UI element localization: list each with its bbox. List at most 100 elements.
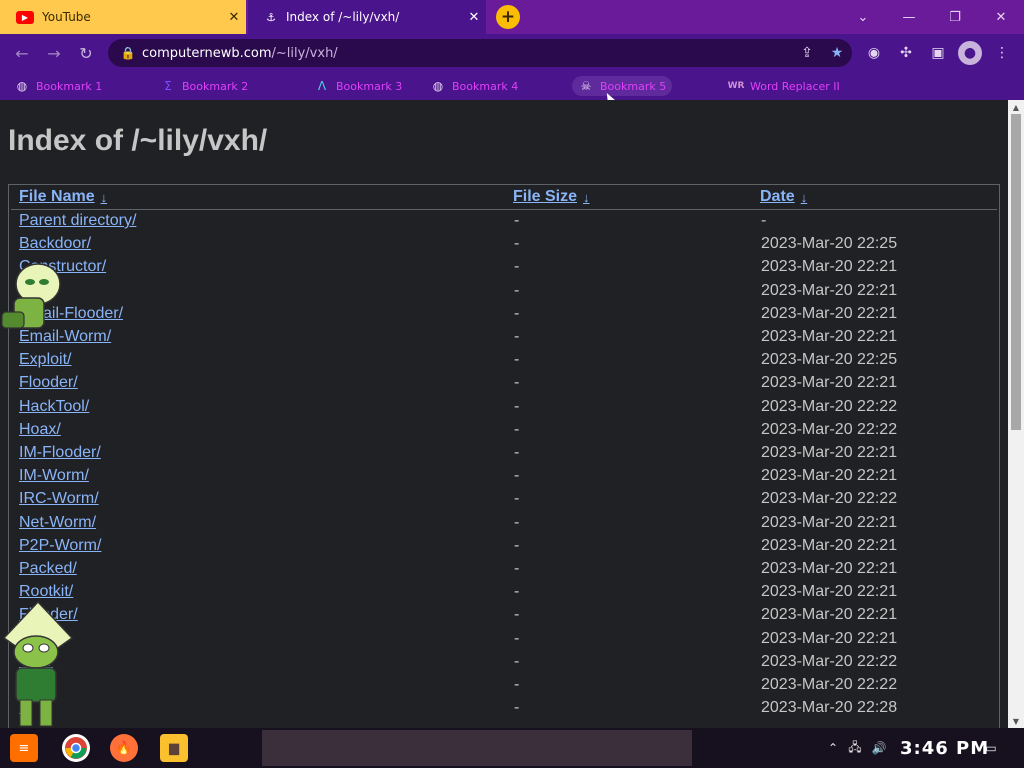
table-row: P2P-Worm/ - 2023-Mar-20 22:21 bbox=[9, 535, 999, 558]
file-name-link[interactable]: HackTool/ bbox=[19, 398, 89, 416]
file-size-cell: - bbox=[514, 397, 520, 415]
file-name-link[interactable]: Flooder/ bbox=[19, 374, 78, 392]
file-date-cell: 2023-Mar-20 22:21 bbox=[761, 536, 898, 554]
url-text[interactable]: computernewb.com/~lily/vxh/ bbox=[142, 46, 792, 61]
file-date-cell: 2023-Mar-20 22:21 bbox=[761, 583, 898, 601]
start-icon[interactable]: ≡ bbox=[10, 734, 38, 762]
file-date-cell: 2023-Mar-20 22:25 bbox=[761, 351, 898, 369]
table-row: Flooder/ - 2023-Mar-20 22:21 bbox=[9, 372, 999, 395]
tab-search-button[interactable]: ⌄ bbox=[840, 0, 886, 34]
reload-icon[interactable]: ↻ bbox=[74, 41, 98, 65]
forward-arrow-icon[interactable]: → bbox=[42, 41, 66, 65]
table-row: Exploit/ - 2023-Mar-20 22:25 bbox=[9, 349, 999, 372]
file-name-link[interactable]: Net-Worm/ bbox=[19, 514, 96, 532]
side-panel-icon[interactable]: ▣ bbox=[926, 41, 950, 65]
file-date-cell: 2023-Mar-20 22:22 bbox=[761, 676, 898, 693]
file-date-cell: 2023-Mar-20 22:21 bbox=[761, 258, 898, 276]
file-date-cell: 2023-Mar-20 22:21 bbox=[761, 374, 898, 392]
file-name-link[interactable]: IM-Flooder/ bbox=[19, 444, 101, 462]
tray-chevron-icon[interactable]: ⌃ bbox=[824, 738, 842, 758]
tab-youtube[interactable]: ▶ YouTube ✕ bbox=[0, 0, 246, 34]
file-size-cell: - bbox=[514, 560, 520, 577]
taskbar-clock[interactable]: 3:46 PM bbox=[900, 734, 989, 762]
header-file-name[interactable]: File Name ↓ bbox=[19, 185, 107, 209]
sort-arrow-icon: ↓ bbox=[800, 189, 808, 205]
scroll-up-arrow-icon[interactable]: ▲ bbox=[1008, 100, 1024, 114]
file-size-cell: - bbox=[514, 444, 520, 461]
tab-title: Index of /~lily/vxh/ bbox=[286, 10, 400, 24]
table-row: Constructor/-2023-Mar-20 22:21 bbox=[9, 256, 999, 279]
table-row: Tool/-2023-Mar-20 22:22 bbox=[9, 651, 999, 674]
table-row: Email-Worm/-2023-Mar-20 22:21 bbox=[9, 326, 999, 349]
volume-icon[interactable]: 🔊 bbox=[870, 738, 888, 758]
star-icon[interactable]: ★ bbox=[822, 45, 852, 61]
active-window-thumbnail[interactable] bbox=[262, 730, 692, 766]
tab-index-lily-vxh[interactable]: ⚓ Index of /~lily/vxh/ ✕ bbox=[248, 0, 486, 34]
file-size-cell: - bbox=[514, 328, 520, 345]
sort-arrow-icon: ↓ bbox=[100, 189, 108, 205]
new-tab-button[interactable]: + bbox=[496, 5, 520, 29]
notification-icon[interactable]: ▭ bbox=[982, 738, 1000, 758]
maximize-button[interactable]: ❐ bbox=[932, 0, 978, 34]
taskbar: ≡ 🔥 ▆ ⌃ 🖧 🔊 3:46 PM ▭ bbox=[0, 728, 1024, 768]
file-name-link[interactable]: P2P-Worm/ bbox=[19, 537, 101, 555]
scroll-down-arrow-icon[interactable]: ▼ bbox=[1008, 714, 1024, 728]
header-file-size[interactable]: File Size ↓ bbox=[513, 185, 590, 209]
bookmark-word-replacer[interactable]: WR Word Replacer II bbox=[728, 76, 840, 96]
bookmark-2[interactable]: Σ Bookmark 2 bbox=[160, 76, 248, 96]
scrollbar-thumb[interactable] bbox=[1011, 114, 1021, 430]
bookmarks-bar: ◍ Bookmark 1 Σ Bookmark 2 Λ Bookmark 3 ◍… bbox=[0, 72, 1024, 100]
file-name-link[interactable]: Packed/ bbox=[19, 560, 77, 578]
back-arrow-icon[interactable]: ← bbox=[10, 41, 34, 65]
table-row: Parent directory/ - - bbox=[9, 210, 999, 233]
file-size-cell: - bbox=[514, 490, 520, 508]
puzzle-icon[interactable]: ✣ bbox=[894, 41, 918, 65]
table-row: - 2023-Mar-20 22:21 bbox=[9, 628, 999, 651]
chrome-icon[interactable] bbox=[62, 734, 90, 762]
network-icon[interactable]: 🖧 bbox=[846, 738, 864, 758]
lock-icon[interactable]: 🔒 bbox=[116, 46, 140, 60]
bookmark-3[interactable]: Λ Bookmark 3 bbox=[314, 76, 402, 96]
file-name-link[interactable]: Exploit/ bbox=[19, 351, 71, 369]
table-row: Backdoor/ - 2023-Mar-20 22:25 bbox=[9, 233, 999, 256]
bookmark-label: Word Replacer II bbox=[750, 79, 840, 93]
url-path: /~lily/vxh/ bbox=[271, 45, 338, 61]
header-label: Date bbox=[760, 188, 795, 205]
file-size-cell: - bbox=[514, 513, 520, 531]
kebab-menu-icon[interactable]: ⋮ bbox=[990, 41, 1014, 65]
bookmark-4[interactable]: ◍ Bookmark 4 bbox=[430, 76, 518, 96]
file-name-link[interactable]: IRC-Worm/ bbox=[19, 490, 99, 508]
folder-icon[interactable]: ▆ bbox=[160, 734, 188, 762]
close-window-button[interactable]: ✕ bbox=[978, 0, 1024, 34]
bookmark-1[interactable]: ◍ Bookmark 1 bbox=[14, 76, 102, 96]
table-row: Rootkit/ - 2023-Mar-20 22:21 bbox=[9, 581, 999, 604]
arrow-icon: Λ bbox=[317, 79, 327, 93]
file-name-link[interactable]: Hoax/ bbox=[19, 421, 61, 439]
page-scrollbar[interactable]: ▲ ▼ bbox=[1008, 100, 1024, 728]
tab-close-button[interactable]: ✕ bbox=[222, 10, 246, 25]
table-row: Packed/ - 2023-Mar-20 22:21 bbox=[9, 558, 999, 581]
file-name-link[interactable]: IM-Worm/ bbox=[19, 467, 89, 485]
extension-avatar-icon[interactable]: ◉ bbox=[862, 41, 886, 65]
url-host: computernewb.com bbox=[142, 45, 272, 61]
file-size-cell: - bbox=[514, 467, 520, 485]
bookmark-label: Bookmark 3 bbox=[336, 79, 403, 93]
bookmark-5[interactable]: ☠ Bookmark 5 bbox=[572, 76, 673, 96]
chrome-logo-icon bbox=[65, 737, 87, 759]
share-icon[interactable]: ⇪ bbox=[792, 45, 822, 61]
profile-avatar-icon[interactable]: ● bbox=[958, 41, 982, 65]
file-name-link[interactable]: Rootkit/ bbox=[19, 583, 73, 601]
address-bar[interactable]: 🔒 computernewb.com/~lily/vxh/ ⇪ ★ bbox=[108, 39, 852, 67]
file-name-link[interactable]: Parent directory/ bbox=[19, 212, 136, 230]
minimize-button[interactable]: — bbox=[886, 0, 932, 34]
file-date-cell: 2023-Mar-20 22:28 bbox=[761, 699, 898, 717]
bookmark-icon: Σ bbox=[164, 79, 172, 93]
bookmark-label: Bookmark 2 bbox=[182, 79, 249, 93]
mascot-sticker-bottom bbox=[2, 600, 74, 727]
tab-close-button[interactable]: ✕ bbox=[462, 10, 486, 25]
header-date[interactable]: Date ↓ bbox=[760, 185, 807, 209]
file-name-link[interactable]: Backdoor/ bbox=[19, 235, 91, 253]
file-size-cell: - bbox=[514, 699, 520, 717]
table-row: - 2023-Mar-20 22:21 bbox=[9, 280, 999, 303]
firefox-icon[interactable]: 🔥 bbox=[110, 734, 138, 762]
